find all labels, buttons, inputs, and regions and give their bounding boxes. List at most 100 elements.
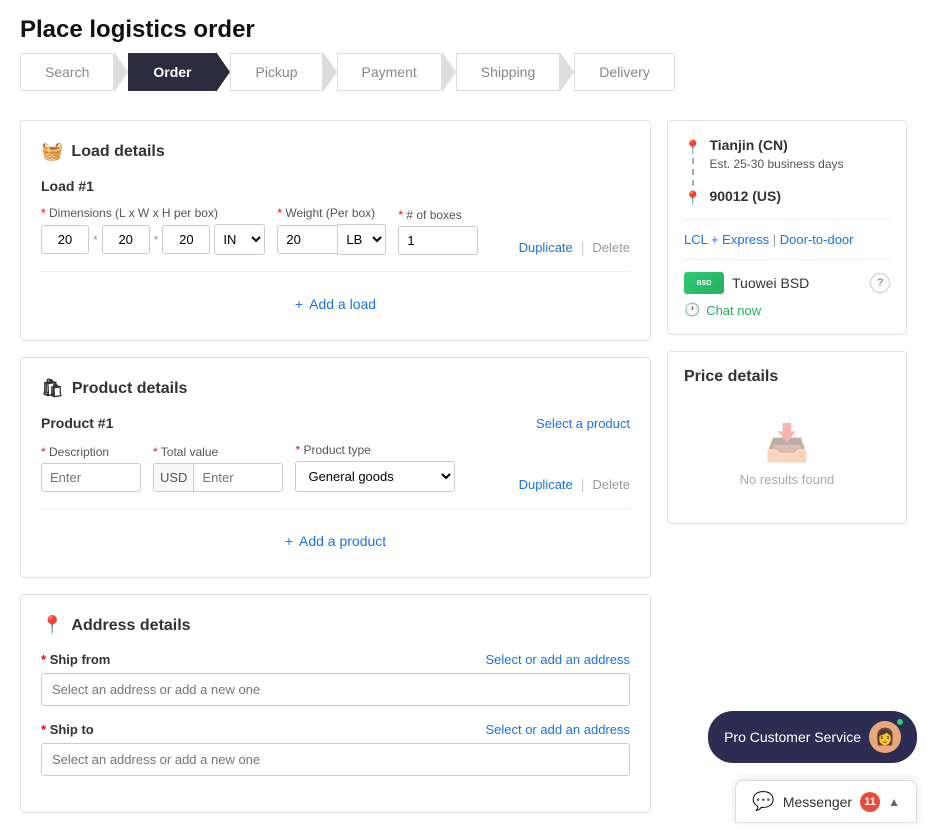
- ship-to-label: * Ship to: [41, 722, 94, 737]
- ship-from-input[interactable]: [41, 673, 630, 706]
- destination-pin-icon: 📍: [684, 188, 701, 207]
- product-type-select[interactable]: General goods Electronics Textiles Machi…: [295, 461, 455, 492]
- duplicate-load-btn[interactable]: Duplicate: [519, 240, 573, 255]
- weight-unit-select[interactable]: LB KG: [337, 224, 386, 255]
- dimensions-field: * Dimensions (L x W x H per box) * * IN …: [41, 206, 265, 255]
- messenger-icon: 💬: [752, 791, 774, 812]
- plus-icon-product: +: [285, 533, 293, 549]
- total-value-label: * Total value: [153, 445, 283, 459]
- step-search-btn[interactable]: Search: [20, 53, 114, 91]
- destination-row: 📍 90012 (US): [684, 188, 890, 207]
- step-payment[interactable]: Payment: [337, 53, 442, 91]
- origin-pin-icon: 📍: [684, 139, 701, 156]
- price-title: Price details: [684, 368, 890, 386]
- load-divider: [41, 271, 630, 272]
- description-label: * Description: [41, 445, 141, 459]
- load-icon: 🧺: [41, 141, 63, 162]
- step-order-btn[interactable]: Order: [128, 53, 216, 91]
- ship-from-header: * Ship from Select or add an address: [41, 652, 630, 667]
- messenger-chevron: ▲: [888, 795, 900, 809]
- carrier-help-btn[interactable]: ?: [870, 273, 890, 293]
- load-actions: Duplicate | Delete: [519, 239, 630, 255]
- ship-from-row: * Ship from Select or add an address: [41, 652, 630, 706]
- carrier-name: Tuowei BSD: [732, 275, 809, 291]
- ship-to-header: * Ship to Select or add an address: [41, 722, 630, 737]
- pro-badge: [895, 717, 905, 727]
- ship-from-label: * Ship from: [41, 652, 110, 667]
- pro-avatar: 👩: [869, 721, 901, 753]
- step-delivery[interactable]: Delivery: [574, 53, 675, 91]
- ship-to-row: * Ship to Select or add an address: [41, 722, 630, 776]
- weight-input-group: LB KG: [277, 224, 386, 255]
- product-details-title: 🛍 Product details: [41, 378, 630, 399]
- product-icon: 🛍: [41, 378, 64, 399]
- product-type-label: * Product type: [295, 443, 455, 457]
- step-payment-btn[interactable]: Payment: [337, 53, 442, 91]
- delete-product-btn[interactable]: Delete: [592, 477, 630, 492]
- product-fields: * Description * Total value USD * Produc…: [41, 443, 630, 492]
- ship-to-input[interactable]: [41, 743, 630, 776]
- service-type: LCL + Express | Door-to-door: [684, 232, 890, 247]
- origin-location: Tianjin (CN): [709, 137, 843, 153]
- description-field: * Description: [41, 445, 141, 492]
- delete-load-btn[interactable]: Delete: [592, 240, 630, 255]
- no-results: 📥 No results found: [684, 402, 890, 507]
- total-value-field: * Total value USD: [153, 445, 283, 492]
- add-product-btn[interactable]: + Add a product: [41, 525, 630, 557]
- dim1-input[interactable]: [41, 225, 89, 254]
- dim-inputs: * * IN CM: [41, 224, 265, 255]
- description-input[interactable]: [41, 463, 141, 492]
- messenger-badge: 11: [860, 792, 880, 812]
- add-load-btn[interactable]: + Add a load: [41, 288, 630, 320]
- value-input[interactable]: [193, 463, 283, 492]
- weight-input[interactable]: [277, 225, 337, 254]
- dim-unit-select[interactable]: IN CM: [214, 224, 265, 255]
- product-type-field: * Product type General goods Electronics…: [295, 443, 455, 492]
- product-header: Product #1 Select a product: [41, 415, 630, 431]
- carrier-logo: BSD: [684, 272, 724, 294]
- route-divider: [684, 219, 890, 220]
- step-shipping-btn[interactable]: Shipping: [456, 53, 561, 91]
- carrier-divider: [684, 259, 890, 260]
- origin-row: 📍 Tianjin (CN) Est. 25-30 business days: [684, 137, 890, 186]
- step-order[interactable]: Order: [128, 53, 216, 91]
- step-shipping[interactable]: Shipping: [456, 53, 561, 91]
- dimensions-label: * Dimensions (L x W x H per box): [41, 206, 265, 220]
- address-icon: 📍: [41, 615, 63, 636]
- messenger-label: Messenger: [783, 794, 852, 810]
- dim-sep-1: *: [93, 233, 98, 247]
- product-label: Product #1: [41, 415, 113, 431]
- step-pickup[interactable]: Pickup: [230, 53, 322, 91]
- pro-service-label: Pro Customer Service: [724, 729, 861, 745]
- chat-now-btn[interactable]: 🕐 Chat now: [684, 302, 761, 318]
- chat-icon: 🕐: [684, 302, 700, 318]
- load-fields-row: * Dimensions (L x W x H per box) * * IN …: [41, 206, 630, 255]
- address-details-title: 📍 Address details: [41, 615, 630, 636]
- product-details-card: 🛍 Product details Product #1 Select a pr…: [20, 357, 651, 578]
- load-details-title: 🧺 Load details: [41, 141, 630, 162]
- select-product-btn[interactable]: Select a product: [536, 416, 630, 431]
- destination-location: 90012 (US): [709, 188, 781, 204]
- address-details-card: 📍 Address details * Ship from Select or …: [20, 594, 651, 813]
- pro-customer-service-btn[interactable]: Pro Customer Service 👩: [708, 711, 917, 763]
- messenger-bar[interactable]: 💬 Messenger 11 ▲: [735, 780, 917, 823]
- duplicate-product-btn[interactable]: Duplicate: [519, 477, 573, 492]
- ship-to-select-btn[interactable]: Select or add an address: [485, 722, 630, 737]
- currency-label: USD: [153, 463, 193, 492]
- product-actions: Duplicate | Delete: [519, 476, 630, 492]
- boxes-input[interactable]: [398, 226, 478, 255]
- boxes-field: * # of boxes: [398, 208, 478, 255]
- dim2-input[interactable]: [102, 225, 150, 254]
- weight-field: * Weight (Per box) LB KG: [277, 206, 386, 255]
- step-pickup-btn[interactable]: Pickup: [230, 53, 322, 91]
- inbox-icon: 📥: [765, 422, 810, 464]
- step-search[interactable]: Search: [20, 53, 114, 91]
- plus-icon: +: [295, 296, 303, 312]
- weight-label: * Weight (Per box): [277, 206, 386, 220]
- dim3-input[interactable]: [162, 225, 210, 254]
- page-title: Place logistics order: [20, 16, 907, 44]
- ship-from-select-btn[interactable]: Select or add an address: [485, 652, 630, 667]
- route-days: Est. 25-30 business days: [709, 157, 843, 171]
- step-delivery-btn[interactable]: Delivery: [574, 53, 675, 91]
- no-results-text: No results found: [740, 472, 835, 487]
